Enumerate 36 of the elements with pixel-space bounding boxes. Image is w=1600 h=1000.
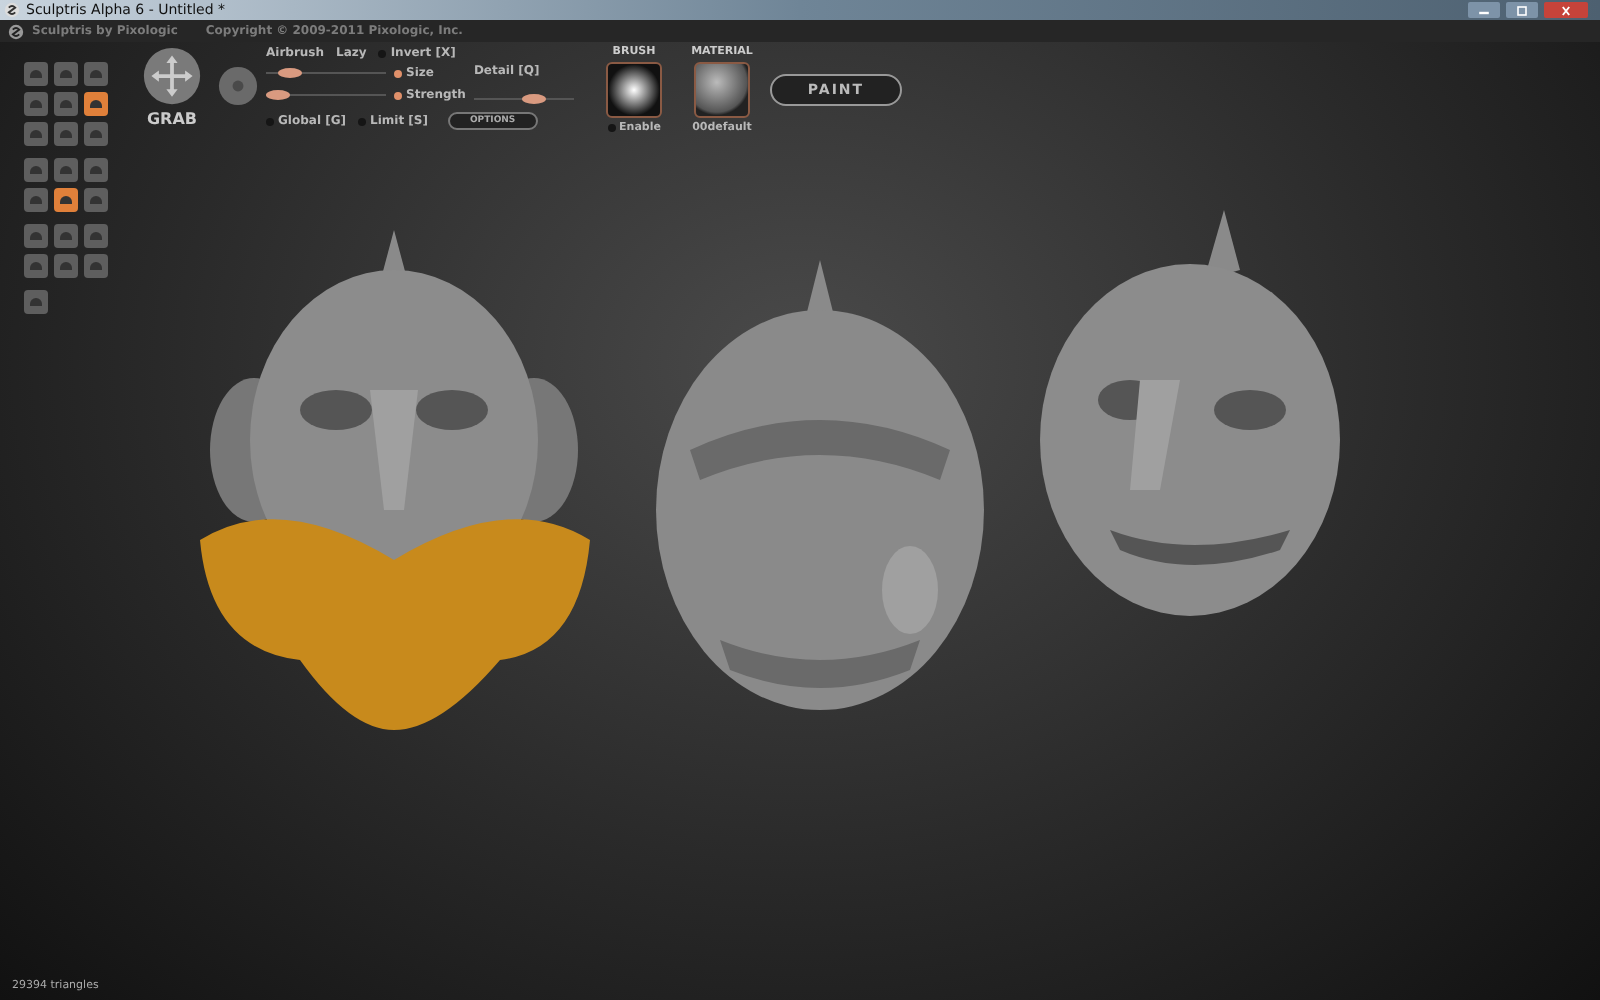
slider-handle[interactable] bbox=[266, 90, 290, 100]
material-preview[interactable] bbox=[694, 62, 750, 118]
tool-button[interactable] bbox=[84, 254, 108, 278]
tool-button[interactable] bbox=[54, 254, 78, 278]
tool-button[interactable] bbox=[24, 224, 48, 248]
tool-button[interactable] bbox=[24, 290, 48, 314]
tool-button[interactable] bbox=[54, 224, 78, 248]
brush-preview[interactable] bbox=[606, 62, 662, 118]
close-button[interactable] bbox=[1544, 2, 1588, 18]
maximize-button[interactable] bbox=[1506, 2, 1538, 18]
tool-button[interactable] bbox=[54, 92, 78, 116]
tool-button[interactable] bbox=[84, 188, 108, 212]
tool-button[interactable] bbox=[54, 62, 78, 86]
tool-button[interactable] bbox=[84, 92, 108, 116]
tool-button[interactable] bbox=[24, 122, 48, 146]
tool-button[interactable] bbox=[84, 224, 108, 248]
slider-handle[interactable] bbox=[278, 68, 302, 78]
tool-button[interactable] bbox=[54, 158, 78, 182]
minimize-button[interactable] bbox=[1468, 2, 1500, 18]
slider-handle[interactable] bbox=[521, 94, 546, 104]
tool-button[interactable] bbox=[84, 122, 108, 146]
tool-button[interactable] bbox=[54, 122, 78, 146]
close-icon bbox=[1558, 5, 1574, 15]
tool-button[interactable] bbox=[54, 188, 78, 212]
tool-button[interactable] bbox=[24, 62, 48, 86]
brush-name: GRAB bbox=[146, 110, 197, 128]
tool-button[interactable] bbox=[84, 158, 108, 182]
move-arrows-icon[interactable] bbox=[142, 46, 202, 106]
tool-button[interactable] bbox=[24, 188, 48, 212]
maximize-icon bbox=[1514, 5, 1530, 15]
tool-button[interactable] bbox=[84, 62, 108, 86]
tool-button[interactable] bbox=[24, 92, 48, 116]
tool-button[interactable] bbox=[24, 254, 48, 278]
tool-button[interactable] bbox=[24, 158, 48, 182]
app-logo-icon bbox=[4, 2, 20, 18]
airbrush-toggle[interactable] bbox=[218, 66, 258, 106]
